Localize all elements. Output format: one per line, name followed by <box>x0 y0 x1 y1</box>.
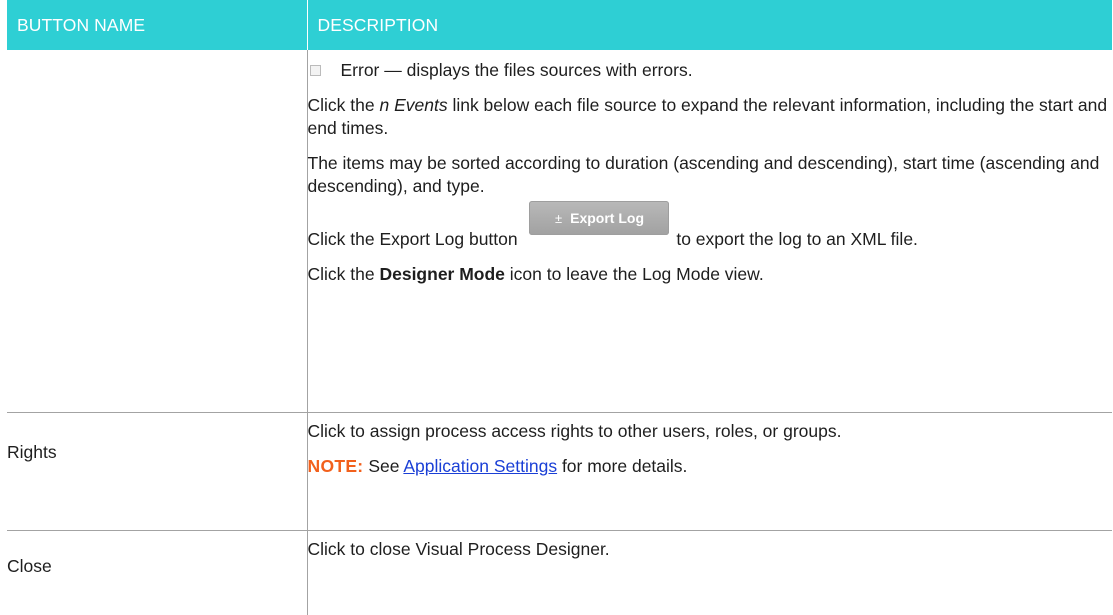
column-header-description: DESCRIPTION <box>307 0 1112 50</box>
text: Click the <box>308 264 380 284</box>
text: icon to leave the Log Mode view. <box>505 264 764 284</box>
description-cell: Click to assign process access rights to… <box>307 413 1112 531</box>
application-settings-link[interactable]: Application Settings <box>403 456 557 476</box>
close-description: Click to close Visual Process Designer. <box>308 538 1113 561</box>
text: Click the Export Log button <box>308 229 523 249</box>
table-row: Close Click to close Visual Process Desi… <box>7 531 1112 615</box>
button-description-table: BUTTON NAME DESCRIPTION Error — displays… <box>7 0 1112 615</box>
table-row: Rights Click to assign process access ri… <box>7 413 1112 531</box>
table-header-row: BUTTON NAME DESCRIPTION <box>7 0 1112 50</box>
n-events-term: n Events <box>379 95 447 115</box>
note-label: NOTE: <box>308 456 364 476</box>
designer-mode-paragraph: Click the Designer Mode icon to leave th… <box>308 263 1113 286</box>
text: See <box>363 456 403 476</box>
bullet-text: Error — displays the files sources with … <box>341 59 693 82</box>
button-name-cell: Close <box>7 531 307 615</box>
sort-paragraph: The items may be sorted according to dur… <box>308 152 1113 198</box>
list-item-error: Error — displays the files sources with … <box>308 59 1113 82</box>
button-name-cell <box>7 50 307 413</box>
button-name-cell: Rights <box>7 413 307 531</box>
text: for more details. <box>557 456 687 476</box>
export-log-button[interactable]: ± Export Log <box>529 201 669 235</box>
square-bullet-icon <box>310 65 321 76</box>
text: to export the log to an XML file. <box>671 229 917 249</box>
note-paragraph: NOTE: See Application Settings for more … <box>308 455 1113 478</box>
description-cell: Click to close Visual Process Designer. <box>307 531 1112 615</box>
column-header-button-name: BUTTON NAME <box>7 0 307 50</box>
events-paragraph: Click the n Events link below each file … <box>308 94 1113 140</box>
designer-mode-term: Designer Mode <box>379 264 504 284</box>
text: Click the <box>308 95 380 115</box>
export-paragraph: Click the Export Log button ±Export Log … <box>308 228 1113 251</box>
table-row: Error — displays the files sources with … <box>7 50 1112 413</box>
rights-description: Click to assign process access rights to… <box>308 420 1113 443</box>
export-log-label: Export Log <box>570 210 644 226</box>
plus-minus-icon: ± <box>555 211 562 226</box>
description-cell: Error — displays the files sources with … <box>307 50 1112 413</box>
